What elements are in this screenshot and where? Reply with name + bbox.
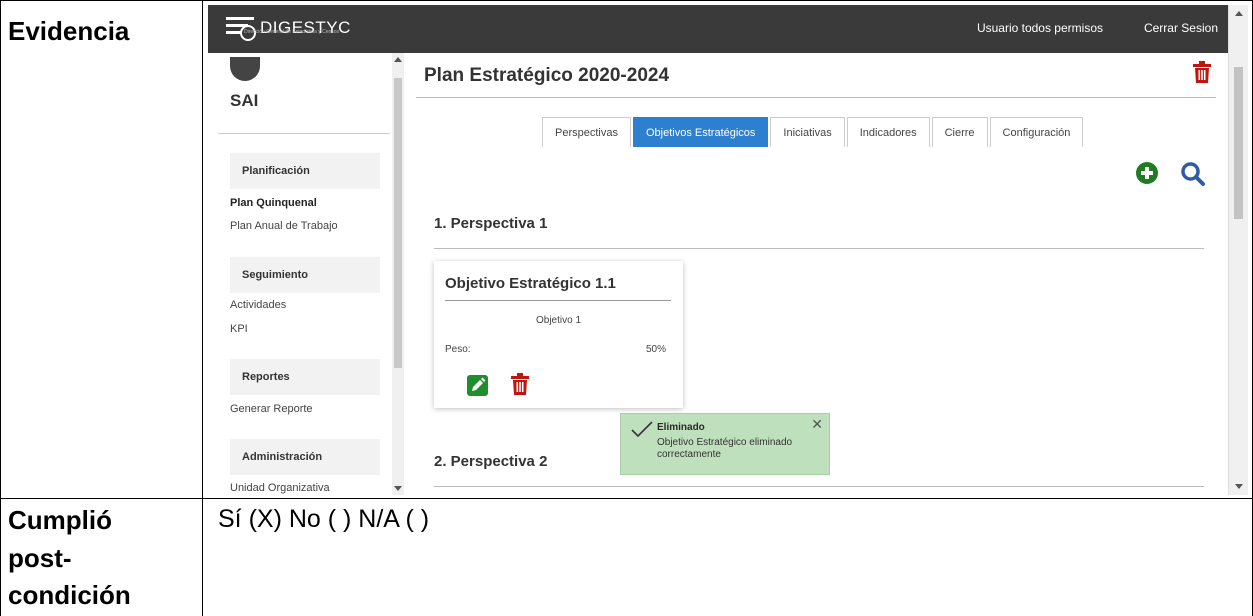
edit-button[interactable] [467, 375, 488, 396]
card-description: Objetivo 1 [535, 315, 582, 326]
sidebar-section-reportes[interactable]: Reportes [230, 359, 380, 395]
scroll-up-icon[interactable] [1235, 11, 1243, 16]
tab-configuracion[interactable]: Configuración [989, 117, 1084, 147]
evidence-label: Evidencia [8, 16, 130, 46]
sidebar-scrollbar[interactable] [392, 53, 404, 495]
table-border-top [0, 0, 1253, 1]
toast-notification: Eliminado Objetivo Estratégico eliminado… [620, 413, 830, 475]
delete-plan-button[interactable] [1193, 61, 1211, 88]
close-icon[interactable]: ✕ [811, 416, 823, 433]
sidebar: SAI Planificación Plan Quinquenal Plan A… [208, 53, 404, 495]
tab-objetivos-estrategicos[interactable]: Objetivos Estratégicos [632, 117, 769, 147]
user-menu[interactable]: Usuario todos permisos [977, 21, 1103, 35]
sidebar-item-generar-reporte[interactable]: Generar Reporte [230, 403, 313, 415]
logo[interactable]: DIGESTYC [226, 15, 351, 41]
card-weight-value: 50% [645, 344, 666, 355]
logo-icon [226, 15, 256, 41]
tab-iniciativas[interactable]: Iniciativas [770, 117, 845, 147]
check-icon [631, 421, 653, 438]
scroll-down-icon[interactable] [1235, 484, 1243, 489]
trash-icon [1193, 61, 1211, 83]
postcondition-label-line1: Cumplió [8, 505, 112, 535]
card-title: Objetivo Estratégico 1.1 [445, 275, 616, 292]
postcondition-label-line3: condición [8, 580, 131, 610]
page-title: Plan Estratégico 2020-2024 [424, 65, 670, 86]
card-weight-label: Peso: [445, 344, 471, 355]
tab-indicadores[interactable]: Indicadores [846, 117, 930, 147]
sidebar-divider [218, 133, 390, 134]
card-divider [445, 300, 671, 301]
postcondition-label-line2: post- [8, 543, 72, 573]
trash-icon [511, 373, 529, 395]
sidebar-item-actividades[interactable]: Actividades [230, 299, 286, 311]
postcondition-value: Sí (X) No ( ) N/A ( ) [218, 505, 430, 533]
title-divider [416, 97, 1216, 98]
page-scrollbar[interactable] [1228, 5, 1248, 495]
page-scroll-thumb[interactable] [1234, 67, 1243, 219]
table-border-left [0, 0, 1, 616]
sidebar-item-plan-quinquenal[interactable]: Plan Quinquenal [230, 197, 317, 209]
sidebar-app-name: SAI [230, 91, 259, 110]
edit-icon [472, 377, 486, 391]
sidebar-section-seguimiento[interactable]: Seguimiento [230, 257, 380, 293]
perspective-divider-2 [434, 486, 1204, 487]
toast-message: Objetivo Estratégico eliminado correctam… [657, 437, 793, 460]
sidebar-section-administracion[interactable]: Administración [230, 439, 380, 475]
sidebar-scroll-thumb[interactable] [394, 78, 402, 368]
delete-objective-button[interactable] [511, 373, 529, 400]
scroll-down-icon[interactable] [394, 486, 402, 491]
perspective-title-2: 2. Perspectiva 2 [434, 453, 548, 470]
evidence-screenshot: DIGESTYC Dirección General de Estadístic… [208, 5, 1248, 495]
sidebar-item-unidad-organizativa[interactable]: Unidad Organizativa [230, 482, 330, 494]
add-icon[interactable] [1136, 162, 1158, 184]
perspective-divider-1 [434, 248, 1204, 249]
sidebar-item-plan-anual[interactable]: Plan Anual de Trabajo [230, 220, 338, 232]
table-border-middle [202, 0, 203, 616]
table-border-row [0, 498, 1253, 499]
sidebar-section-planificacion[interactable]: Planificación [230, 153, 380, 189]
perspective-title-1: 1. Perspectiva 1 [434, 215, 548, 232]
tab-cierre[interactable]: Cierre [931, 117, 988, 147]
search-icon[interactable] [1180, 161, 1206, 187]
document-table: Evidencia Cumplió post- condición Sí (X)… [0, 0, 1253, 616]
sai-icon [230, 57, 260, 81]
scroll-up-icon[interactable] [394, 57, 402, 62]
tab-perspectivas[interactable]: Perspectivas [542, 117, 631, 147]
logo-subtitle: Dirección General de Estadística y Censo… [244, 29, 340, 35]
toast-title: Eliminado [657, 422, 705, 433]
logout-link[interactable]: Cerrar Sesion [1144, 21, 1218, 35]
logo-text: DIGESTYC [260, 18, 351, 37]
top-navbar: DIGESTYC Dirección General de Estadístic… [208, 5, 1248, 53]
objective-card: Objetivo Estratégico 1.1 Objetivo 1 Peso… [434, 261, 683, 408]
sidebar-item-kpi[interactable]: KPI [230, 323, 248, 335]
tab-bar: Perspectivas Objetivos Estratégicos Inic… [542, 117, 1085, 147]
